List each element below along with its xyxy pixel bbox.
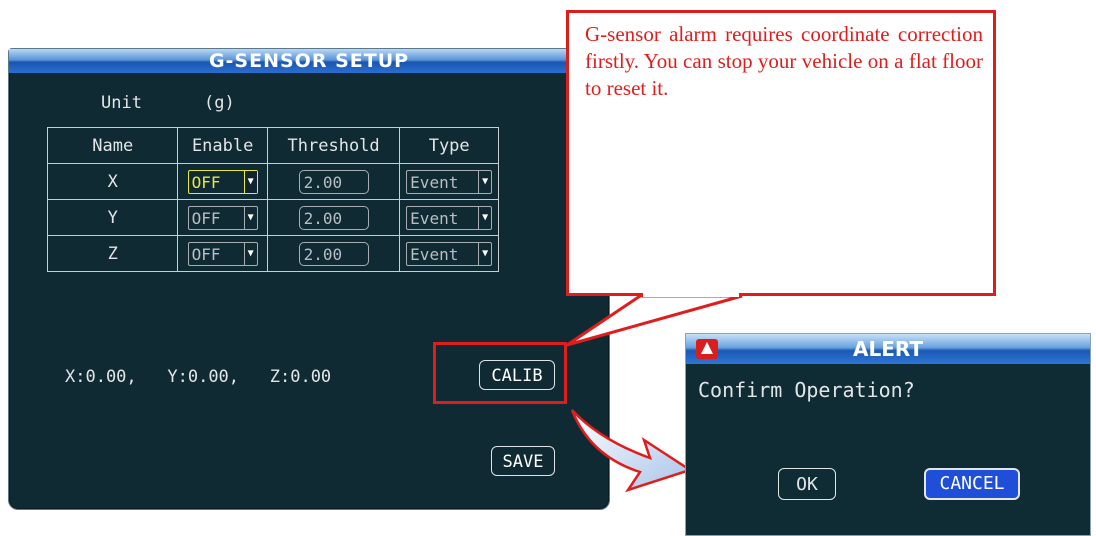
calib-highlight-box bbox=[433, 342, 567, 404]
callout-tail-joint bbox=[643, 293, 739, 297]
callout-text: G-sensor alarm requires coordinate corre… bbox=[585, 22, 983, 100]
cancel-button[interactable]: CANCEL bbox=[924, 468, 1020, 500]
ok-button[interactable]: OK bbox=[778, 468, 836, 500]
annotation-callout: G-sensor alarm requires coordinate corre… bbox=[566, 10, 996, 296]
alert-message: Confirm Operation? bbox=[698, 378, 915, 402]
warning-icon bbox=[696, 339, 718, 359]
alert-title: ALERT bbox=[686, 334, 1090, 364]
arrow-to-alert-icon bbox=[570, 409, 693, 493]
alert-dialog: ALERT Confirm Operation? OK CANCEL bbox=[685, 333, 1091, 536]
